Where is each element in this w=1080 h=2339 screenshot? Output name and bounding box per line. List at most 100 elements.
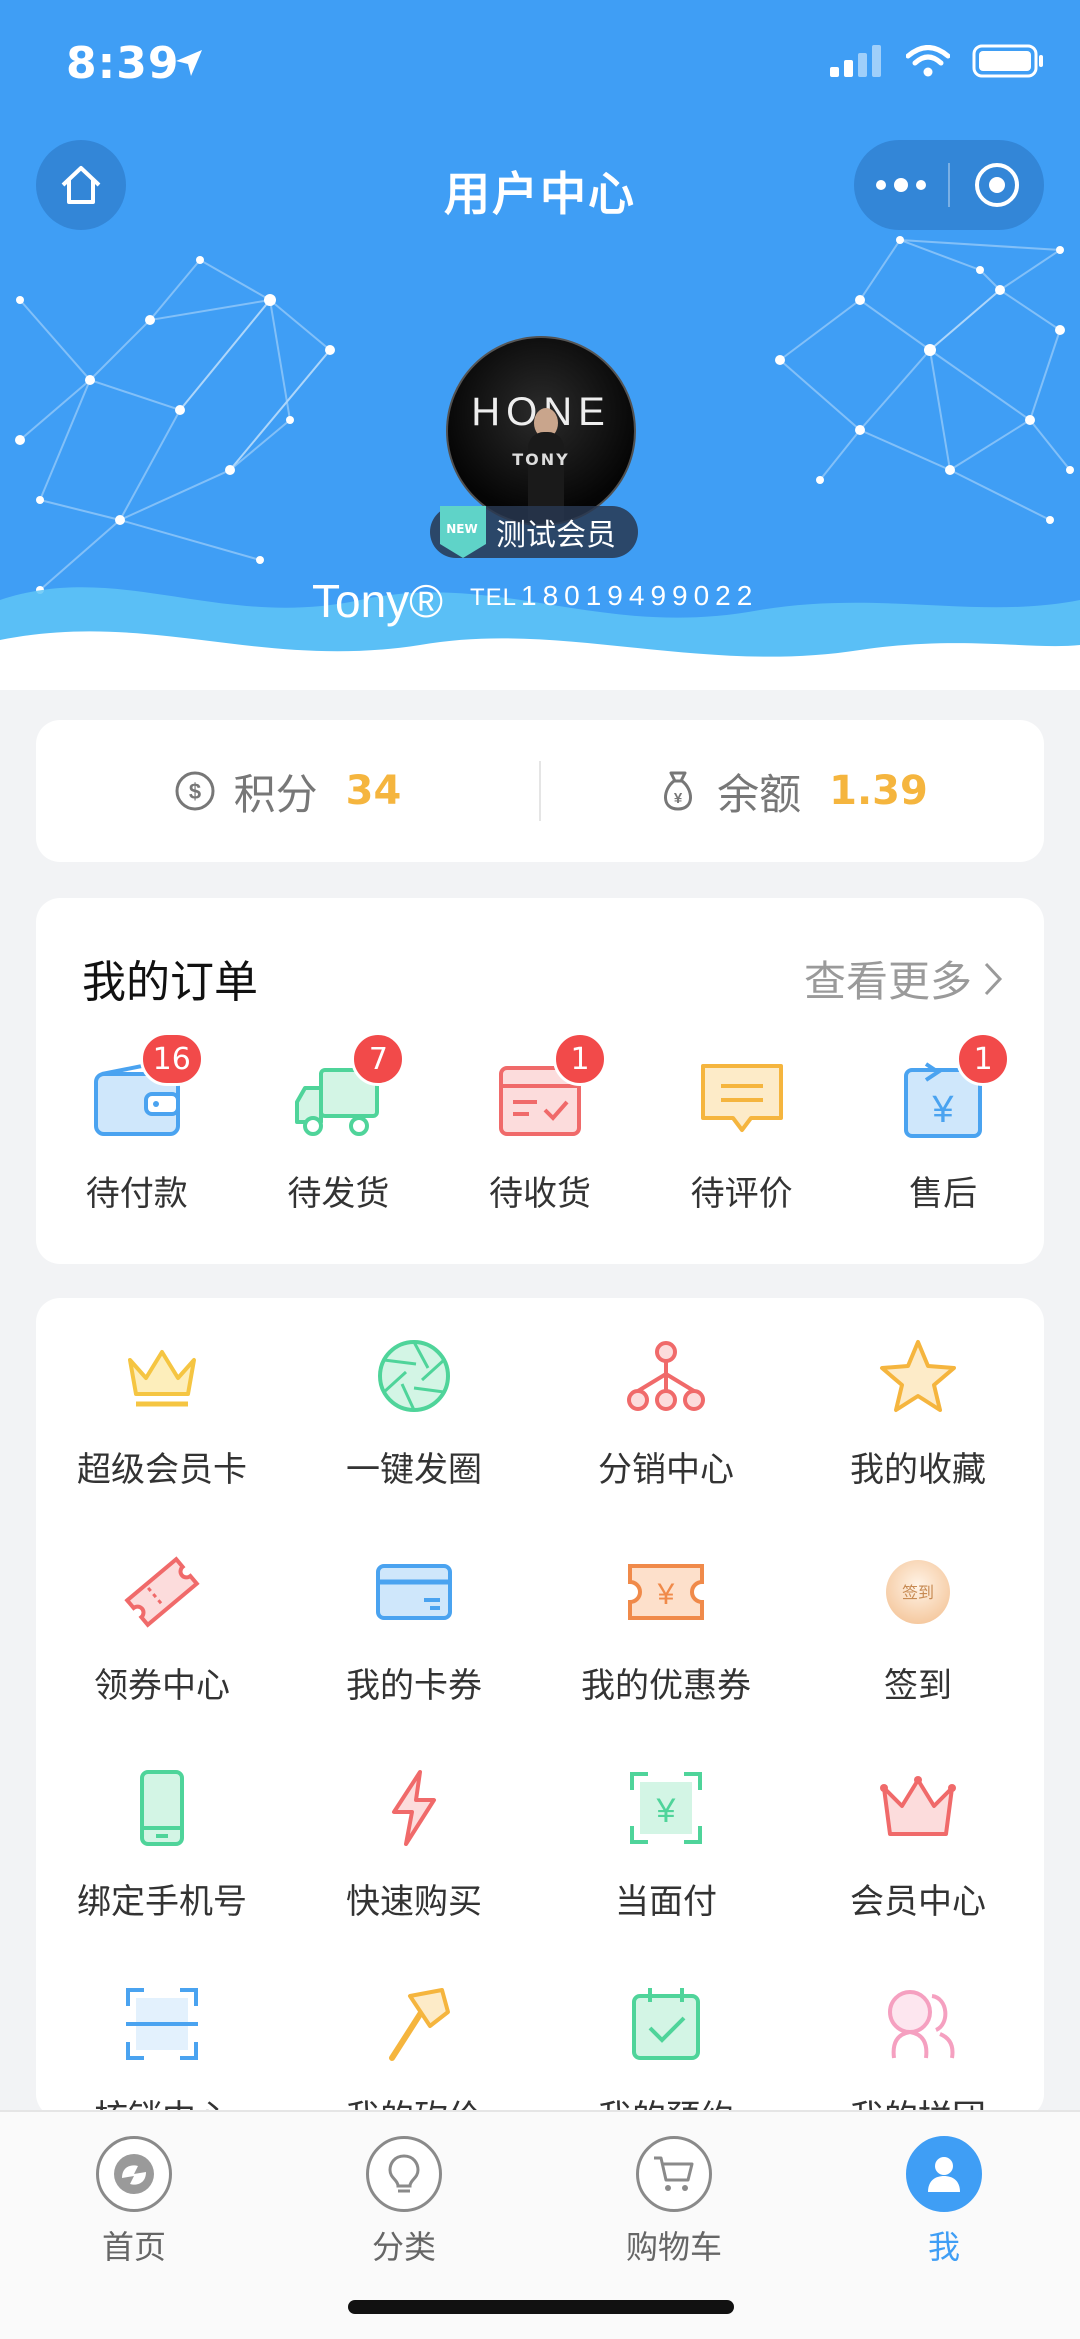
points-value: 34: [345, 768, 402, 814]
balance-value: 1.39: [829, 768, 928, 814]
service-label: 会员中心: [850, 1882, 986, 1922]
balance-label: 余额: [717, 769, 802, 819]
service-distribution-center[interactable]: 分销中心: [540, 1334, 792, 1491]
status-indicators: [830, 44, 1044, 78]
close-button[interactable]: [950, 160, 1044, 210]
member-level-text: 测试会员: [496, 518, 616, 553]
service-label: 领券中心: [94, 1666, 230, 1706]
home-logo-icon: [96, 2136, 172, 2212]
avatar[interactable]: HONE TONY: [446, 336, 636, 526]
services-row: 核销中心 我的砍价 我的预约 我的拼团: [36, 1982, 1044, 2118]
view-more-link[interactable]: 查看更多: [804, 948, 1004, 1009]
services-row: 绑定手机号 快速购买 ¥ 当面付 会员中心: [36, 1766, 1044, 1923]
service-my-favorites[interactable]: 我的收藏: [792, 1334, 1044, 1491]
order-after-sales[interactable]: ¥ 1 售后: [842, 1032, 1044, 1215]
wifi-icon: [906, 45, 950, 77]
tel-prefix: TEL: [470, 584, 518, 611]
tab-me-label: 我: [927, 2228, 960, 2266]
services-grid: 超级会员卡 一键发圈 分销中心 我的收藏 领券中心 我的卡券 ¥ 我的优惠券 签…: [36, 1298, 1044, 2118]
service-my-bargain[interactable]: 我的砍价: [288, 1982, 540, 2118]
tab-category-label: 分类: [371, 2228, 436, 2266]
more-button[interactable]: [854, 178, 948, 192]
chevron-right-icon: [984, 962, 1003, 995]
service-label: 超级会员卡: [77, 1450, 247, 1490]
service-coupon-center[interactable]: 领券中心: [36, 1550, 288, 1707]
service-face-to-face-pay[interactable]: ¥ 当面付: [540, 1766, 792, 1923]
service-super-member-card[interactable]: 超级会员卡: [36, 1334, 288, 1491]
lightning-icon: [392, 1770, 436, 1846]
points-label: 积分: [233, 769, 318, 819]
user-icon: [906, 2136, 982, 2212]
balance-item[interactable]: ¥ 余额 1.39: [541, 761, 1044, 822]
service-label: 当面付: [615, 1882, 717, 1922]
svg-text:¥: ¥: [657, 1578, 675, 1611]
service-my-reservations[interactable]: 我的预约: [540, 1982, 792, 2118]
service-my-group-buy[interactable]: 我的拼团: [792, 1982, 1044, 2118]
view-more-label: 查看更多: [803, 957, 972, 1006]
checkin-icon: 签到: [886, 1560, 950, 1624]
services-row: 超级会员卡 一键发圈 分销中心 我的收藏: [36, 1334, 1044, 1491]
badge-pending-receipt: 1: [552, 1032, 607, 1086]
group-icon: [888, 1990, 955, 2059]
badge-pending-payment: 16: [139, 1032, 204, 1086]
tab-me[interactable]: 我: [844, 2136, 1044, 2268]
order-pending-payment[interactable]: 16 待付款: [36, 1032, 238, 1215]
tab-category[interactable]: 分类: [304, 2136, 504, 2268]
svg-text:¥: ¥: [656, 1792, 676, 1830]
location-arrow-icon: [176, 50, 202, 76]
tab-cart[interactable]: 购物车: [574, 2136, 774, 2268]
scan-icon: [126, 1988, 198, 2060]
crown-outline-icon: [880, 1776, 956, 1836]
calendar-check-icon: [632, 1988, 700, 2060]
svg-text:¥: ¥: [932, 1089, 955, 1131]
status-bar: 8:39: [0, 0, 1080, 120]
phone-value: 18019499022: [521, 580, 759, 611]
service-label: 我的卡券: [346, 1666, 482, 1706]
order-pending-shipment[interactable]: 7 待发货: [238, 1032, 440, 1215]
service-quick-buy[interactable]: 快速购买: [288, 1766, 540, 1923]
service-label: 分销中心: [598, 1450, 734, 1490]
coupon-icon: ¥: [628, 1564, 704, 1620]
nav-bar: 用户中心: [0, 130, 1080, 240]
points-item[interactable]: $ 积分 34: [36, 761, 539, 822]
money-bag-icon: ¥: [664, 771, 693, 811]
close-target-icon: [975, 163, 1019, 207]
miniprogram-capsule: [854, 140, 1044, 230]
ticket-icon: [124, 1556, 200, 1628]
badge-after-sales: 1: [956, 1032, 1011, 1086]
tab-home[interactable]: 首页: [34, 2136, 234, 2268]
tab-cart-label: 购物车: [625, 2228, 722, 2266]
svg-text:$: $: [189, 779, 201, 804]
order-label: 售后: [909, 1174, 978, 1214]
orders-card: 我的订单 查看更多 16 待付款 7 待发货 1 待收货 待评价 ¥ 1 售后: [36, 898, 1044, 1264]
status-time: 8:39: [66, 38, 180, 89]
service-my-cards[interactable]: 我的卡券: [288, 1550, 540, 1707]
avatar-sub-text: TONY: [512, 450, 570, 469]
cart-icon: [636, 2136, 712, 2212]
battery-icon: [972, 44, 1043, 78]
phone-number: TEL 18019499022: [470, 580, 758, 612]
checkin-icon-text: 签到: [902, 1583, 934, 1602]
service-member-center[interactable]: 会员中心: [792, 1766, 1044, 1923]
dollar-coin-icon: $: [175, 771, 215, 811]
service-label: 我的收藏: [850, 1450, 986, 1490]
balance-card: $ 积分 34 ¥ 余额 1.39: [36, 720, 1044, 862]
badge-pending-shipment: 7: [351, 1032, 406, 1086]
service-my-coupons[interactable]: ¥ 我的优惠券: [540, 1550, 792, 1707]
order-pending-review[interactable]: 待评价: [641, 1048, 843, 1215]
order-label: 待评价: [690, 1174, 793, 1214]
comment-icon: [700, 1064, 783, 1132]
order-status-row: 16 待付款 7 待发货 1 待收货 待评价 ¥ 1 售后: [36, 1032, 1044, 1215]
service-one-click-post[interactable]: 一键发圈: [288, 1334, 540, 1491]
order-label: 待收货: [488, 1174, 591, 1214]
tab-home-label: 首页: [101, 2228, 166, 2266]
service-bind-phone[interactable]: 绑定手机号: [36, 1766, 288, 1923]
home-indicator: [348, 2300, 734, 2314]
order-pending-receipt[interactable]: 1 待收货: [439, 1032, 641, 1215]
order-label: 待发货: [287, 1174, 390, 1214]
new-badge-text: NEW: [446, 522, 478, 536]
service-label: 快速购买: [346, 1882, 482, 1922]
star-icon: [880, 1340, 956, 1412]
service-verification-center[interactable]: 核销中心: [36, 1982, 288, 2118]
service-check-in[interactable]: 签到 签到: [792, 1550, 1044, 1707]
